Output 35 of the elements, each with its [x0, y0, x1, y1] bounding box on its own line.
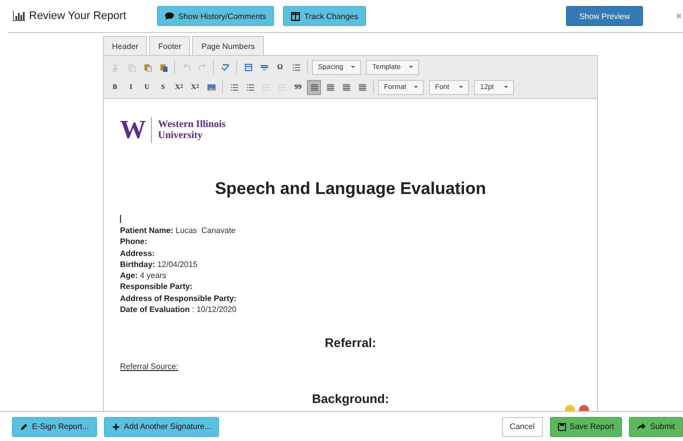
- columns-icon: [291, 12, 300, 20]
- logo-text: Western Illinois University: [158, 118, 226, 142]
- pencil-icon: [20, 422, 28, 430]
- footer-button[interactable]: E-Sign Report...: [12, 416, 97, 436]
- field-line: Responsible Party:: [120, 281, 194, 293]
- section-heading: Referral:: [324, 336, 378, 350]
- field-line: Age: 4 years: [120, 270, 168, 282]
- show-preview-button[interactable]: Show Preview: [566, 6, 643, 26]
- section-label: Referral Source:: [120, 362, 180, 372]
- section-heading: Background:: [310, 392, 390, 406]
- header-button[interactable]: Show History/Comments: [157, 6, 274, 26]
- cancel-button[interactable]: Cancel: [502, 416, 543, 436]
- comment-icon: [165, 12, 174, 20]
- align-icon[interactable]: [307, 80, 321, 94]
- share-arrow-icon: [637, 422, 646, 430]
- editor-tab[interactable]: Footer: [149, 36, 190, 55]
- logo-mark: W: [120, 117, 152, 143]
- footer-button[interactable]: Submit: [629, 416, 683, 436]
- field-line: Birthday: 12/04/2015: [120, 258, 198, 270]
- field-line: Address:: [120, 248, 156, 259]
- field-line: Patient Name: Lucas Canavate: [120, 225, 237, 236]
- editor-tab[interactable]: Header: [103, 36, 148, 55]
- field-line: Phone:: [120, 236, 148, 248]
- document-title: Speech and Language Evaluation: [214, 179, 488, 199]
- plus-icon: [112, 422, 120, 430]
- editor-tab[interactable]: Page Numbers: [192, 36, 264, 55]
- bar-chart-icon: [13, 11, 25, 21]
- field-line: Address of Responsible Party:: [120, 292, 238, 304]
- footer-button[interactable]: Save Report: [550, 416, 622, 436]
- footer-button[interactable]: Add Another Signature...: [104, 416, 220, 436]
- field-line: Date of Evaluation : 10/12/2020: [120, 304, 238, 316]
- close-icon[interactable]: [676, 13, 682, 19]
- text-cursor: [120, 215, 121, 223]
- page-title: Review Your Report: [29, 10, 126, 22]
- header-button[interactable]: Track Changes: [283, 6, 366, 26]
